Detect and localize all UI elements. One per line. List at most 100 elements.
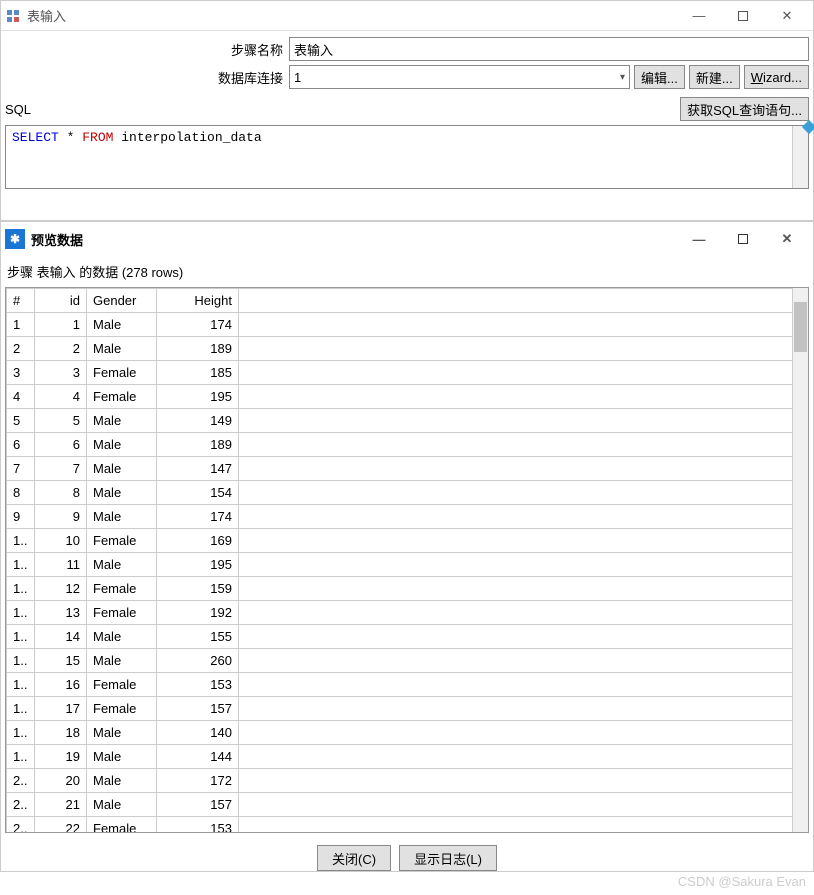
cell-hash[interactable]: 4 xyxy=(7,385,35,409)
cell-id[interactable]: 20 xyxy=(35,769,87,793)
cell-id[interactable]: 11 xyxy=(35,553,87,577)
sql-editor[interactable]: SELECT * FROM interpolation_data xyxy=(5,125,809,189)
table-row[interactable]: 1..17Female157 xyxy=(7,697,793,721)
cell-height[interactable]: 155 xyxy=(157,625,239,649)
cell-hash[interactable]: 6 xyxy=(7,433,35,457)
sql-text[interactable]: SELECT * FROM interpolation_data xyxy=(6,126,792,188)
scrollbar-thumb[interactable] xyxy=(794,302,807,352)
edit-button[interactable]: 编辑... xyxy=(634,65,685,89)
table-row[interactable]: 1..12Female159 xyxy=(7,577,793,601)
cell-hash[interactable]: 9 xyxy=(7,505,35,529)
cell-hash[interactable]: 1.. xyxy=(7,577,35,601)
preview-minimize-button[interactable]: — xyxy=(677,225,721,253)
cell-height[interactable]: 153 xyxy=(157,673,239,697)
cell-id[interactable]: 21 xyxy=(35,793,87,817)
cell-gender[interactable]: Female xyxy=(87,529,157,553)
table-row[interactable]: 44Female195 xyxy=(7,385,793,409)
cell-id[interactable]: 3 xyxy=(35,361,87,385)
cell-gender[interactable]: Male xyxy=(87,481,157,505)
col-header-gender[interactable]: Gender xyxy=(87,289,157,313)
cell-height[interactable]: 154 xyxy=(157,481,239,505)
new-button[interactable]: 新建... xyxy=(689,65,740,89)
cell-gender[interactable]: Female xyxy=(87,601,157,625)
col-header-id[interactable]: id xyxy=(35,289,87,313)
show-log-button[interactable]: 显示日志(L) xyxy=(399,845,497,871)
cell-gender[interactable]: Female xyxy=(87,361,157,385)
cell-height[interactable]: 174 xyxy=(157,313,239,337)
cell-id[interactable]: 16 xyxy=(35,673,87,697)
db-conn-select[interactable]: 1 ▾ xyxy=(289,65,630,89)
cell-hash[interactable]: 2.. xyxy=(7,817,35,833)
cell-hash[interactable]: 1.. xyxy=(7,673,35,697)
cell-gender[interactable]: Male xyxy=(87,721,157,745)
cell-hash[interactable]: 7 xyxy=(7,457,35,481)
minimize-button[interactable]: — xyxy=(677,2,721,30)
cell-id[interactable]: 5 xyxy=(35,409,87,433)
cell-height[interactable]: 174 xyxy=(157,505,239,529)
cell-height[interactable]: 260 xyxy=(157,649,239,673)
cell-gender[interactable]: Male xyxy=(87,433,157,457)
data-table[interactable]: # id Gender Height 11Male17422Male18933F… xyxy=(6,288,792,832)
table-row[interactable]: 1..11Male195 xyxy=(7,553,793,577)
cell-id[interactable]: 6 xyxy=(35,433,87,457)
cell-id[interactable]: 17 xyxy=(35,697,87,721)
cell-gender[interactable]: Female xyxy=(87,817,157,833)
maximize-button[interactable] xyxy=(721,2,765,30)
table-row[interactable]: 1..19Male144 xyxy=(7,745,793,769)
get-sql-button[interactable]: 获取SQL查询语句... xyxy=(680,97,809,121)
cell-height[interactable]: 140 xyxy=(157,721,239,745)
cell-hash[interactable]: 2 xyxy=(7,337,35,361)
cell-height[interactable]: 169 xyxy=(157,529,239,553)
cell-id[interactable]: 18 xyxy=(35,721,87,745)
cell-id[interactable]: 12 xyxy=(35,577,87,601)
cell-height[interactable]: 195 xyxy=(157,553,239,577)
cell-height[interactable]: 149 xyxy=(157,409,239,433)
cell-gender[interactable]: Female xyxy=(87,577,157,601)
preview-close-button[interactable]: ✕ xyxy=(765,225,809,253)
cell-id[interactable]: 13 xyxy=(35,601,87,625)
cell-gender[interactable]: Female xyxy=(87,673,157,697)
table-row[interactable]: 88Male154 xyxy=(7,481,793,505)
cell-height[interactable]: 147 xyxy=(157,457,239,481)
cell-gender[interactable]: Male xyxy=(87,649,157,673)
table-row[interactable]: 99Male174 xyxy=(7,505,793,529)
cell-hash[interactable]: 2.. xyxy=(7,793,35,817)
cell-hash[interactable]: 1.. xyxy=(7,625,35,649)
cell-height[interactable]: 172 xyxy=(157,769,239,793)
table-row[interactable]: 77Male147 xyxy=(7,457,793,481)
cell-id[interactable]: 1 xyxy=(35,313,87,337)
close-dialog-button[interactable]: 关闭(C) xyxy=(317,845,391,871)
cell-gender[interactable]: Male xyxy=(87,409,157,433)
table-scrollbar[interactable] xyxy=(792,288,808,832)
cell-gender[interactable]: Male xyxy=(87,793,157,817)
cell-hash[interactable]: 1.. xyxy=(7,529,35,553)
cell-gender[interactable]: Female xyxy=(87,385,157,409)
table-row[interactable]: 1..10Female169 xyxy=(7,529,793,553)
cell-id[interactable]: 7 xyxy=(35,457,87,481)
cell-id[interactable]: 15 xyxy=(35,649,87,673)
close-button[interactable]: ✕ xyxy=(765,2,809,30)
table-row[interactable]: 1..16Female153 xyxy=(7,673,793,697)
cell-hash[interactable]: 5 xyxy=(7,409,35,433)
cell-id[interactable]: 9 xyxy=(35,505,87,529)
table-row[interactable]: 2..20Male172 xyxy=(7,769,793,793)
cell-height[interactable]: 195 xyxy=(157,385,239,409)
table-row[interactable]: 2..22Female153 xyxy=(7,817,793,833)
table-row[interactable]: 1..18Male140 xyxy=(7,721,793,745)
cell-gender[interactable]: Male xyxy=(87,313,157,337)
table-row[interactable]: 1..14Male155 xyxy=(7,625,793,649)
cell-height[interactable]: 144 xyxy=(157,745,239,769)
cell-gender[interactable]: Male xyxy=(87,745,157,769)
step-name-input[interactable] xyxy=(289,37,809,61)
cell-hash[interactable]: 1.. xyxy=(7,553,35,577)
cell-hash[interactable]: 1.. xyxy=(7,721,35,745)
cell-hash[interactable]: 1.. xyxy=(7,649,35,673)
cell-height[interactable]: 153 xyxy=(157,817,239,833)
cell-gender[interactable]: Male xyxy=(87,337,157,361)
cell-gender[interactable]: Male xyxy=(87,769,157,793)
cell-id[interactable]: 2 xyxy=(35,337,87,361)
table-row[interactable]: 1..13Female192 xyxy=(7,601,793,625)
cell-id[interactable]: 8 xyxy=(35,481,87,505)
cell-gender[interactable]: Male xyxy=(87,457,157,481)
table-row[interactable]: 66Male189 xyxy=(7,433,793,457)
